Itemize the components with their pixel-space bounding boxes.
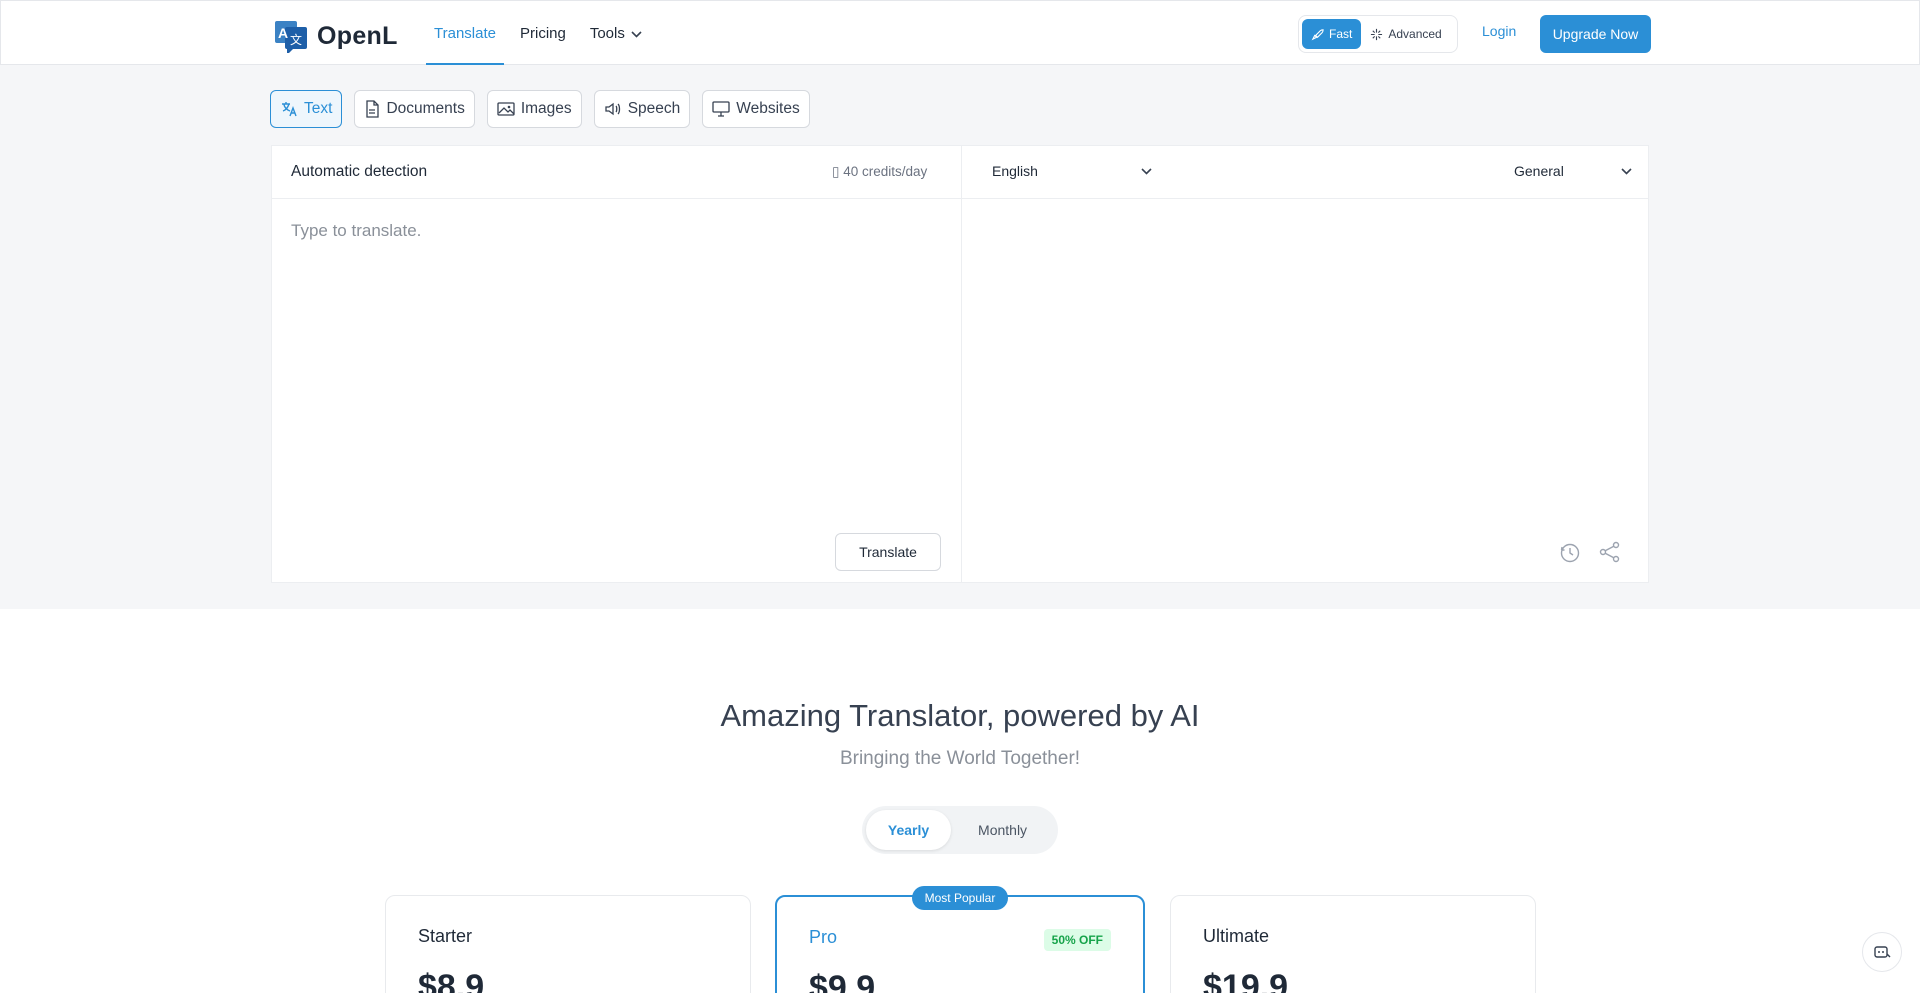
domain-selector[interactable]: General <box>1514 163 1632 179</box>
plan-price: $19.9 <box>1203 968 1289 993</box>
plan-name: Starter <box>418 926 473 946</box>
main-nav: Translate Pricing Tools <box>426 1 658 66</box>
billing-period-toggle: Yearly Monthly <box>862 806 1058 854</box>
top-header: A 文 OpenL Translate Pricing Tools Fast A… <box>0 0 1920 66</box>
panel-divider <box>961 146 962 582</box>
svg-text:文: 文 <box>290 32 302 47</box>
chevron-down-icon <box>1621 167 1632 175</box>
tab-websites-label: Websites <box>736 100 800 117</box>
target-language-label: English <box>992 163 1038 179</box>
translator-panel: Automatic detection ▯ 40 credits/day Typ… <box>271 145 1649 583</box>
speaker-icon <box>605 102 620 116</box>
billing-yearly-option[interactable]: Yearly <box>866 810 952 850</box>
brand-name: OpenL <box>317 21 398 50</box>
translate-icon <box>282 102 297 117</box>
credits-icon: ▯ <box>832 164 844 179</box>
credits-indicator: ▯ 40 credits/day <box>832 164 927 180</box>
nav-tools[interactable]: Tools <box>582 1 650 66</box>
tab-text-label: Text <box>304 100 333 117</box>
mode-fast-label: Fast <box>1329 27 1353 41</box>
openl-logo-icon: A 文 <box>275 19 309 55</box>
hero-title: Amazing Translator, powered by AI <box>720 698 1200 733</box>
upgrade-button[interactable]: Upgrade Now <box>1540 15 1651 53</box>
mode-advanced-button[interactable]: Advanced <box>1361 19 1450 49</box>
image-icon <box>497 102 515 116</box>
plan-name: Ultimate <box>1203 926 1270 946</box>
tab-text[interactable]: Text <box>270 90 343 128</box>
billing-monthly-option[interactable]: Monthly <box>951 810 1054 850</box>
tab-documents[interactable]: Documents <box>354 90 475 128</box>
input-type-tabs: Text Documents Images Speech Websites <box>270 90 822 128</box>
monitor-icon <box>712 101 730 117</box>
source-text-input[interactable]: Type to translate. <box>291 221 421 241</box>
plan-price: $9.9 <box>809 969 876 993</box>
share-icon[interactable] <box>1599 541 1621 568</box>
tab-images[interactable]: Images <box>486 90 582 128</box>
nav-translate[interactable]: Translate <box>426 1 504 66</box>
chevron-down-icon <box>1141 167 1152 175</box>
plan-card-starter[interactable]: Starter $8.9 <box>385 895 751 993</box>
tab-speech-label: Speech <box>627 100 681 117</box>
credits-label: 40 credits/day <box>843 164 928 179</box>
sparkle-icon <box>1371 28 1383 40</box>
tab-documents-label: Documents <box>386 100 465 117</box>
tab-websites[interactable]: Websites <box>702 90 810 128</box>
nav-pricing[interactable]: Pricing <box>512 1 574 66</box>
plan-card-ultimate[interactable]: Ultimate $19.9 <box>1170 895 1536 993</box>
brand-logo[interactable]: A 文 OpenL <box>275 19 398 55</box>
discount-badge: 50% OFF <box>1043 929 1111 951</box>
document-icon <box>366 100 380 118</box>
rocket-icon <box>1311 28 1324 40</box>
svg-text:A: A <box>278 25 288 41</box>
mode-toggle: Fast Advanced <box>1298 15 1458 53</box>
support-icon <box>1874 946 1891 958</box>
login-link[interactable]: Login <box>1482 23 1516 39</box>
nav-tools-label: Tools <box>589 25 625 42</box>
tab-speech[interactable]: Speech <box>593 90 691 128</box>
target-language-selector[interactable]: English <box>992 163 1152 179</box>
hero-subtitle: Bringing the World Together! <box>839 748 1081 769</box>
support-chat-button[interactable] <box>1862 932 1902 972</box>
domain-label: General <box>1514 163 1564 179</box>
plan-name: Pro <box>809 927 838 947</box>
most-popular-badge: Most Popular <box>912 886 1008 910</box>
history-icon[interactable] <box>1559 542 1581 569</box>
chevron-down-icon <box>631 25 642 42</box>
plan-price: $8.9 <box>418 968 485 993</box>
panel-header-divider <box>272 198 1648 199</box>
mode-fast-button[interactable]: Fast <box>1302 19 1362 49</box>
mode-advanced-label: Advanced <box>1388 27 1442 41</box>
tab-images-label: Images <box>520 100 572 117</box>
translate-button[interactable]: Translate <box>835 533 941 571</box>
source-language-selector[interactable]: Automatic detection <box>291 163 427 181</box>
